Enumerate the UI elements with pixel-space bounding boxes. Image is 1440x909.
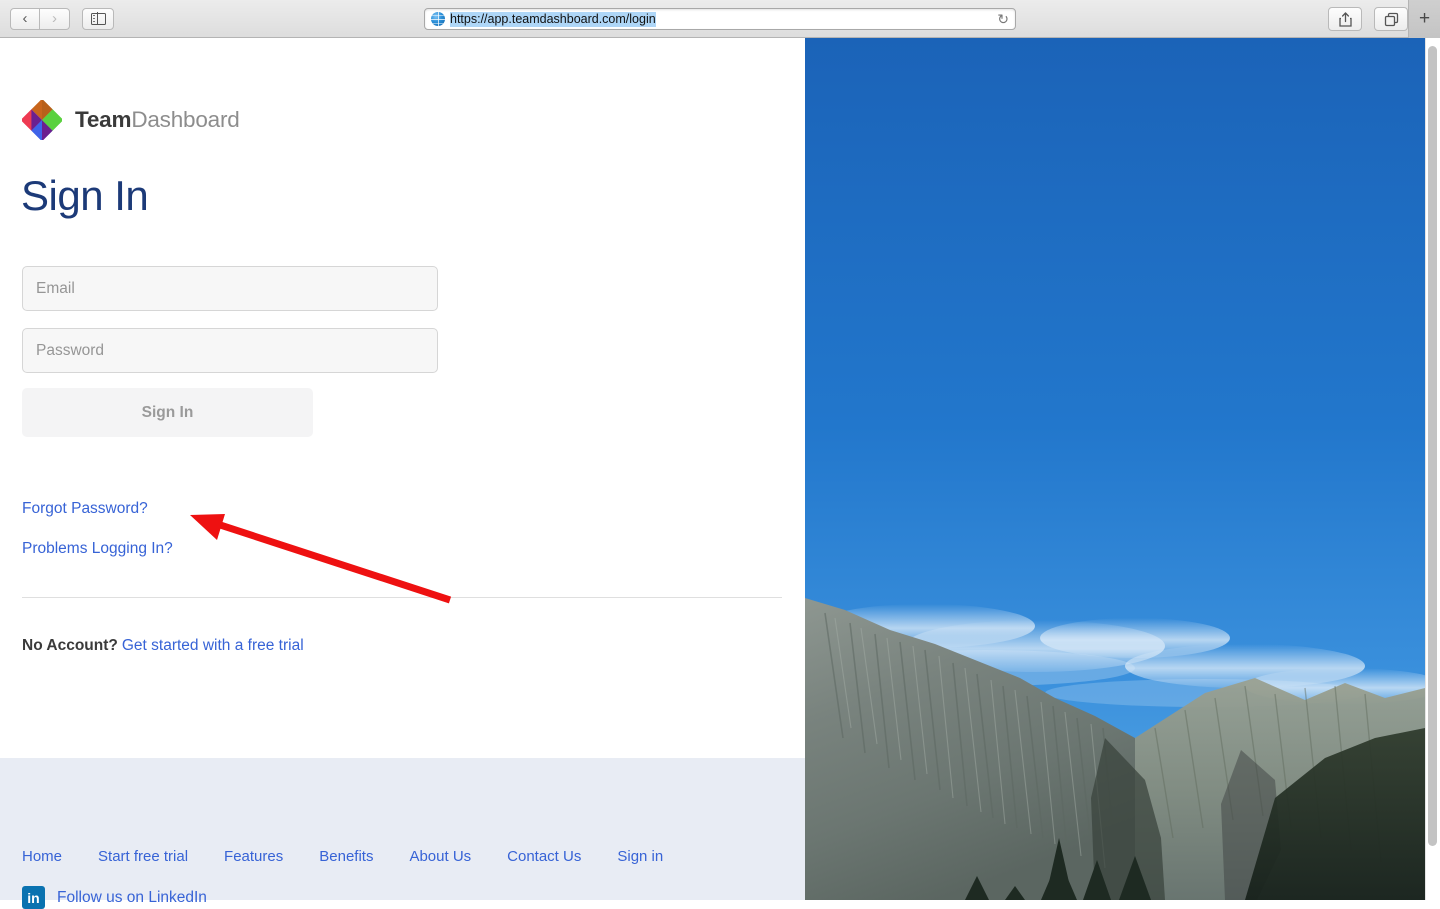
footer-navigation: Home Start free trial Features Benefits … bbox=[22, 848, 663, 865]
section-divider bbox=[22, 597, 782, 598]
globe-favicon-icon bbox=[431, 12, 445, 26]
brand-name-bold: Team bbox=[75, 107, 132, 132]
footer-link-contact-us[interactable]: Contact Us bbox=[507, 848, 581, 865]
footer-link-sign-in[interactable]: Sign in bbox=[617, 848, 663, 865]
forward-button[interactable]: › bbox=[40, 7, 70, 30]
no-account-prompt: No Account? bbox=[22, 637, 118, 654]
page-content: TeamDashboard Sign In Sign In Forgot Pas… bbox=[0, 38, 1440, 909]
password-field[interactable] bbox=[22, 328, 438, 373]
chevron-left-icon: ‹ bbox=[22, 10, 28, 27]
problems-logging-in-link[interactable]: Problems Logging In? bbox=[22, 540, 173, 558]
show-tabs-button[interactable] bbox=[1374, 7, 1408, 31]
chevron-right-icon: › bbox=[52, 10, 57, 27]
footer-link-start-free-trial[interactable]: Start free trial bbox=[98, 848, 188, 865]
linkedin-icon[interactable]: in bbox=[22, 886, 45, 909]
address-bar[interactable]: https://app.teamdashboard.com/login ↻ bbox=[424, 8, 1016, 30]
site-footer: Home Start free trial Features Benefits … bbox=[0, 758, 805, 909]
vertical-scrollbar-thumb[interactable] bbox=[1428, 46, 1437, 846]
hero-mountain-photo bbox=[805, 38, 1425, 900]
url-text[interactable]: https://app.teamdashboard.com/login bbox=[450, 11, 656, 27]
reload-icon[interactable]: ↻ bbox=[997, 12, 1009, 26]
sidebar-toggle-button[interactable] bbox=[82, 7, 114, 30]
brand-logo[interactable]: TeamDashboard bbox=[20, 98, 240, 142]
email-field[interactable] bbox=[22, 266, 438, 311]
toolbar-actions bbox=[1328, 7, 1408, 31]
share-icon bbox=[1338, 11, 1352, 27]
social-row: in Follow us on LinkedIn bbox=[22, 886, 207, 909]
sidebar-icon bbox=[90, 12, 106, 25]
brand-name-light: Dashboard bbox=[131, 107, 240, 132]
footer-link-home[interactable]: Home bbox=[22, 848, 62, 865]
footer-link-benefits[interactable]: Benefits bbox=[319, 848, 373, 865]
page-title: Sign In bbox=[21, 172, 149, 219]
footer-link-about-us[interactable]: About Us bbox=[409, 848, 471, 865]
free-trial-link[interactable]: Get started with a free trial bbox=[122, 637, 304, 654]
sign-in-button[interactable]: Sign In bbox=[22, 388, 313, 437]
plus-icon: + bbox=[1418, 8, 1431, 29]
teamdashboard-diamond-logo-icon bbox=[20, 98, 64, 142]
footer-link-features[interactable]: Features bbox=[224, 848, 283, 865]
no-account-row: No Account? Get started with a free trial bbox=[22, 637, 304, 655]
vertical-scrollbar-track[interactable] bbox=[1425, 38, 1440, 900]
brand-wordmark: TeamDashboard bbox=[75, 107, 240, 133]
login-panel: TeamDashboard Sign In Sign In Forgot Pas… bbox=[0, 38, 805, 909]
linkedin-follow-link[interactable]: Follow us on LinkedIn bbox=[57, 889, 207, 907]
navigation-buttons: ‹ › bbox=[10, 7, 70, 30]
share-button[interactable] bbox=[1328, 7, 1362, 31]
tabs-icon bbox=[1384, 12, 1398, 26]
new-tab-button[interactable]: + bbox=[1408, 0, 1440, 38]
back-button[interactable]: ‹ bbox=[10, 7, 40, 30]
browser-toolbar: ‹ › https://app.teamdashboard.com/login … bbox=[0, 0, 1440, 38]
forgot-password-link[interactable]: Forgot Password? bbox=[22, 500, 148, 518]
